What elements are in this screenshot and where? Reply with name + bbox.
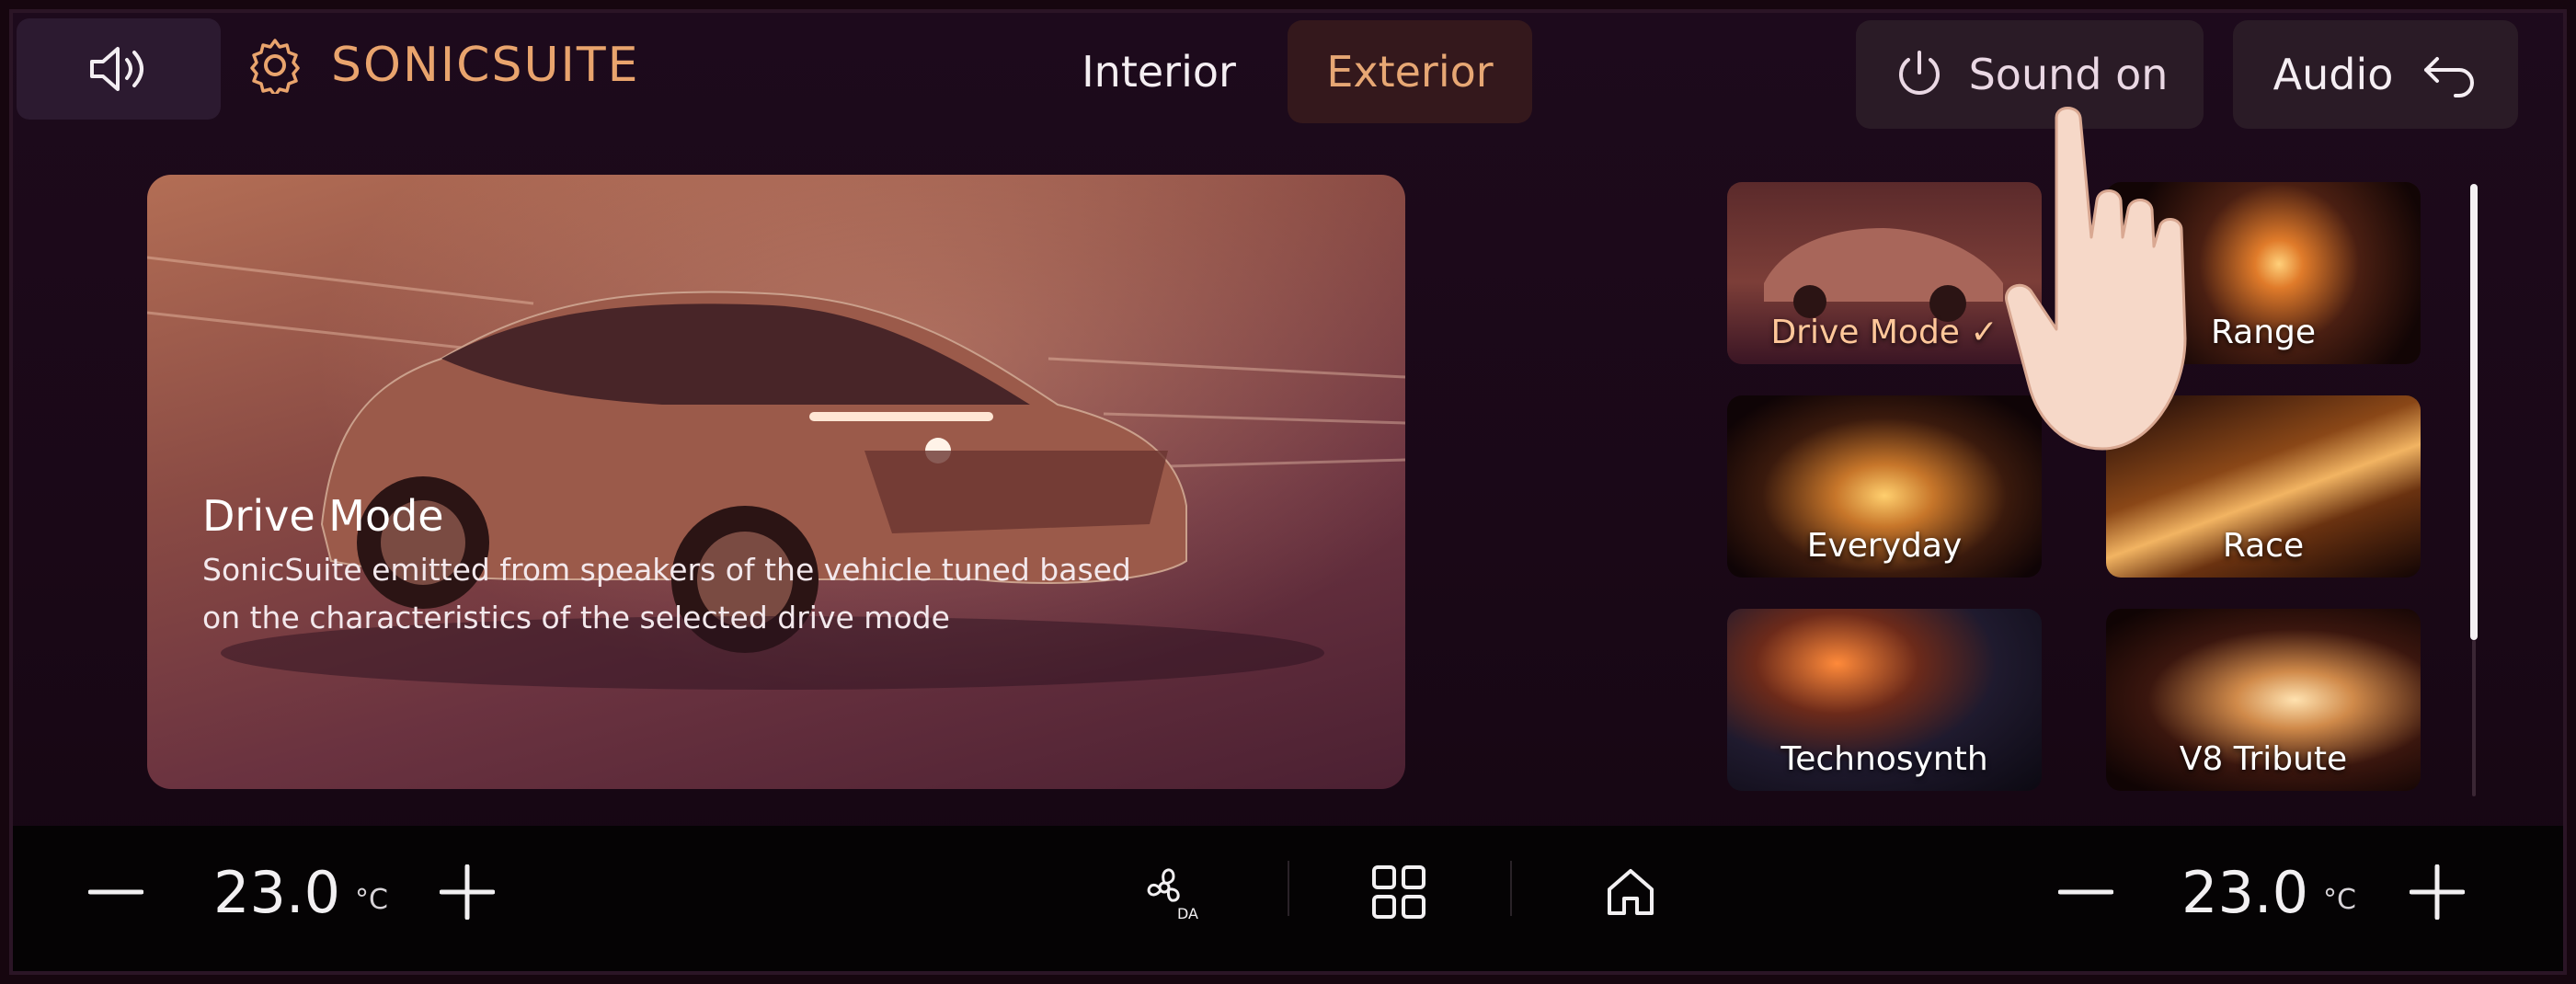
divider [1510, 861, 1512, 916]
speaker-icon [90, 47, 143, 91]
sound-on-label: Sound on [1968, 50, 2169, 99]
back-arrow-icon [2424, 57, 2475, 97]
mode-label: V8 Tribute [2179, 740, 2348, 778]
right-temp-unit: °C [2323, 883, 2356, 916]
svg-text:DA: DA [1177, 905, 1198, 922]
audio-button[interactable]: Audio [2233, 20, 2518, 129]
home-icon [1608, 869, 1654, 915]
right-temp-increase-button[interactable] [2410, 846, 2465, 938]
minus-icon [88, 889, 143, 895]
right-temperature: 23.0 °C [2181, 846, 2356, 938]
minus-icon [2058, 889, 2113, 895]
scrollbar-thumb[interactable] [2470, 184, 2478, 640]
car-image [147, 256, 1405, 690]
grid-icon [1372, 865, 1425, 919]
left-temp-decrease-button[interactable] [88, 846, 143, 938]
page-title: SONICSUITE [331, 38, 640, 93]
drive-mode-hero-card: Drive Mode SonicSuite emitted from speak… [147, 175, 1405, 789]
plus-icon [2410, 864, 2465, 920]
brand-header: SONICSUITE [246, 37, 640, 94]
divider [1288, 861, 1289, 916]
left-temp-value: 23.0 [213, 858, 341, 926]
tab-interior[interactable]: Interior [1058, 20, 1260, 123]
audio-label: Audio [2273, 50, 2394, 99]
right-temp-decrease-button[interactable] [2058, 846, 2113, 938]
hero-description: SonicSuite emitted from speakers of the … [202, 552, 1131, 635]
mode-tile-technosynth[interactable]: Technosynth [1727, 609, 2042, 791]
apps-button[interactable] [1370, 846, 1427, 938]
mode-tile-drive-mode[interactable]: Drive Mode ✓ [1727, 182, 2042, 364]
hero-title: Drive Mode [202, 491, 444, 541]
mode-tile-everyday[interactable]: Everyday [1727, 395, 2042, 578]
fan-auto-icon: DA [1147, 868, 1198, 922]
left-temp-unit: °C [355, 883, 388, 916]
pointing-hand-icon [2005, 107, 2187, 451]
right-temp-value: 23.0 [2181, 858, 2309, 926]
left-temperature: 23.0 °C [213, 846, 388, 938]
plus-icon [440, 864, 495, 920]
volume-button[interactable] [17, 18, 221, 120]
gear-icon[interactable] [246, 37, 303, 94]
mode-label: Race [2222, 527, 2305, 565]
mode-label: Technosynth [1780, 740, 1988, 778]
fan-auto-button[interactable]: DA [1140, 846, 1205, 938]
scrollbar-track [2472, 640, 2476, 796]
mode-label: Everyday [1806, 527, 1963, 565]
home-button[interactable] [1602, 846, 1659, 938]
power-icon [1898, 51, 1940, 95]
mode-label: Drive Mode ✓ [1770, 314, 1998, 351]
left-temp-increase-button[interactable] [440, 846, 495, 938]
tab-exterior[interactable]: Exterior [1288, 20, 1532, 123]
mode-tile-v8-tribute[interactable]: V8 Tribute [2106, 609, 2421, 791]
